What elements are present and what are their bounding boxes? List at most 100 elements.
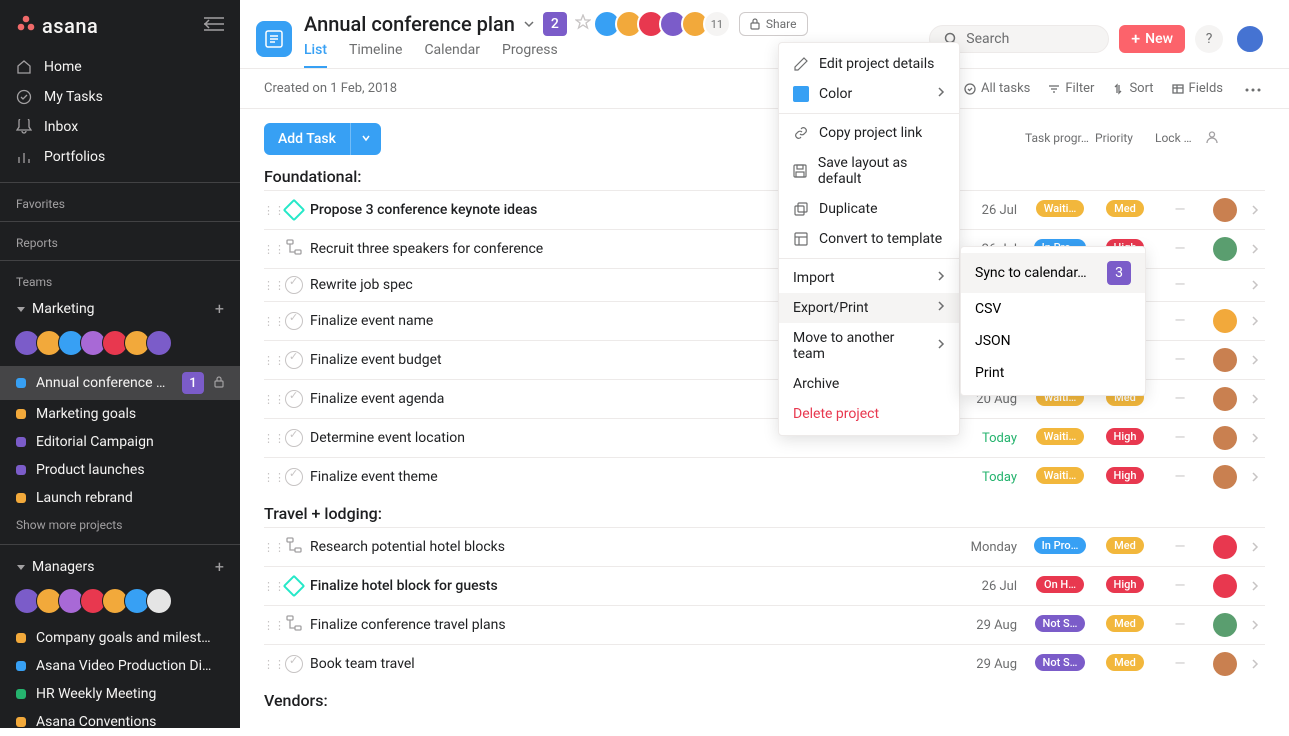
priority-cell[interactable]: Med [1095,615,1155,636]
reports-label[interactable]: Reports [0,228,240,254]
tab-progress[interactable]: Progress [502,42,558,68]
assignee-cell[interactable] [1205,652,1245,676]
drag-handle[interactable]: ⋮⋮ [264,315,284,328]
column-assignee[interactable] [1205,130,1245,147]
task-detail-chevron[interactable] [1245,204,1265,216]
menu-item-duplicate[interactable]: Duplicate [779,194,959,224]
task-detail-chevron[interactable] [1245,315,1265,327]
team-header-managers[interactable]: Managers+ [0,551,240,582]
project-icon[interactable] [256,21,292,57]
complete-task-checkbox[interactable] [285,390,303,408]
nav-item-inbox[interactable]: Inbox [0,112,240,142]
due-date[interactable]: Monday [955,540,1025,555]
task-row[interactable]: ⋮⋮Book team travel29 AugNot S…Med— [264,644,1265,683]
sidebar-project-item[interactable]: Launch rebrand [0,484,240,512]
submenu-item-print[interactable]: Print [961,357,1145,389]
sidebar-project-item[interactable]: Product launches [0,456,240,484]
sidebar-project-item[interactable]: Marketing goals [0,400,240,428]
sidebar-project-item[interactable]: Company goals and milest… [0,624,240,652]
due-date[interactable]: Today [955,470,1025,485]
assignee-cell[interactable] [1205,574,1245,598]
collapse-sidebar-button[interactable] [204,17,224,35]
complete-task-checkbox[interactable] [285,276,303,294]
lock-cell[interactable]: — [1155,277,1205,293]
more-actions-button[interactable] [1241,77,1265,100]
task-name[interactable]: Research potential hotel blocks [310,539,915,555]
due-date[interactable]: 29 Aug [955,618,1025,633]
menu-item-delete-project[interactable]: Delete project [779,399,959,429]
column-progress[interactable]: Task progr… [1025,131,1095,145]
menu-item-color[interactable]: Color [779,79,959,109]
complete-task-checkbox[interactable] [285,351,303,369]
menu-item-export-print[interactable]: Export/Print [779,293,959,323]
complete-task-checkbox[interactable] [285,312,303,330]
lock-cell[interactable]: — [1155,202,1205,218]
lock-cell[interactable]: — [1155,391,1205,407]
submenu-item-json[interactable]: JSON [961,325,1145,357]
assignee-cell[interactable] [1205,348,1245,372]
drag-handle[interactable]: ⋮⋮ [264,243,284,256]
member-overflow-count[interactable]: 11 [703,10,731,38]
lock-cell[interactable]: — [1155,430,1205,446]
drag-handle[interactable]: ⋮⋮ [264,204,284,217]
menu-item-copy-project-link[interactable]: Copy project link [779,118,959,148]
due-date[interactable]: 29 Aug [955,657,1025,672]
sidebar-project-item[interactable]: HR Weekly Meeting [0,680,240,708]
assignee-cell[interactable] [1205,426,1245,450]
lock-cell[interactable]: — [1155,469,1205,485]
menu-item-move-to-another-team[interactable]: Move to another team [779,323,959,369]
project-menu-chevron[interactable] [523,15,535,34]
team-header-marketing[interactable]: Marketing+ [0,293,240,324]
tab-calendar[interactable]: Calendar [424,42,480,68]
lock-cell[interactable]: — [1155,241,1205,257]
share-button[interactable]: Share [739,12,808,36]
sidebar-project-item[interactable]: Asana Conventions [0,708,240,736]
due-date[interactable]: 26 Jul [955,579,1025,594]
priority-cell[interactable]: High [1095,576,1155,597]
assignee-cell[interactable] [1205,309,1245,333]
section-title[interactable]: Travel + lodging: [264,504,1265,523]
add-project-button[interactable]: + [215,299,224,318]
assignee-cell[interactable] [1205,465,1245,489]
team-avatars[interactable] [0,324,240,366]
tab-timeline[interactable]: Timeline [349,42,402,68]
section-title[interactable]: Foundational: [264,167,1265,186]
drag-handle[interactable]: ⋮⋮ [264,658,284,671]
task-detail-chevron[interactable] [1245,580,1265,592]
column-lock[interactable]: Lock … [1155,131,1205,145]
task-name[interactable]: Book team travel [310,656,915,672]
lock-cell[interactable]: — [1155,539,1205,555]
task-detail-chevron[interactable] [1245,471,1265,483]
submenu-item-sync-to-calendar-[interactable]: Sync to calendar…3 [961,253,1145,293]
task-name[interactable]: Finalize hotel block for guests [310,578,915,594]
column-priority[interactable]: Priority [1095,131,1155,145]
assignee-cell[interactable] [1205,387,1245,411]
task-detail-chevron[interactable] [1245,354,1265,366]
lock-cell[interactable]: — [1155,656,1205,672]
complete-task-checkbox[interactable] [285,655,303,673]
priority-cell[interactable]: High [1095,467,1155,488]
progress-cell[interactable]: Waiti… [1025,200,1095,221]
drag-handle[interactable]: ⋮⋮ [264,393,284,406]
add-task-dropdown[interactable] [350,123,381,155]
all-tasks-button[interactable]: All tasks [964,81,1030,96]
task-detail-chevron[interactable] [1245,279,1265,291]
menu-item-convert-to-template[interactable]: Convert to template [779,224,959,254]
complete-task-checkbox[interactable] [285,429,303,447]
assignee-cell[interactable] [1205,198,1245,222]
show-more-projects[interactable]: Show more projects [0,512,240,538]
fields-button[interactable]: Fields [1172,81,1223,96]
menu-item-import[interactable]: Import [779,263,959,293]
task-detail-chevron[interactable] [1245,541,1265,553]
tab-list[interactable]: List [304,42,327,68]
due-date[interactable]: 26 Jul [955,203,1025,218]
menu-item-archive[interactable]: Archive [779,369,959,399]
priority-cell[interactable]: Med [1095,200,1155,221]
progress-cell[interactable]: Waiti… [1025,467,1095,488]
help-button[interactable]: ? [1195,25,1223,53]
sort-button[interactable]: Sort [1112,81,1153,96]
complete-task-checkbox[interactable] [285,468,303,486]
new-button[interactable]: + New [1119,25,1185,53]
add-project-button[interactable]: + [215,557,224,576]
task-row[interactable]: ⋮⋮Finalize event themeTodayWaiti…High— [264,457,1265,496]
